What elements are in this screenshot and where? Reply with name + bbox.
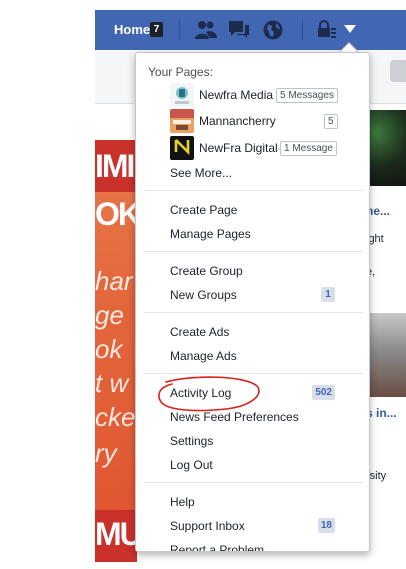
menu-divider: [144, 251, 363, 252]
facebook-screenshot: IMI OK har ge ok t w cke ry MU he... igh…: [0, 0, 406, 569]
create-page-item[interactable]: Create Page: [170, 203, 237, 217]
promo-text: ok: [95, 334, 123, 364]
page-name: Newfra Media: [199, 88, 274, 102]
background-avatar: [390, 60, 406, 82]
page-message-badge: 5 Messages: [276, 88, 338, 103]
see-more-link[interactable]: See More...: [170, 166, 232, 180]
create-group-item[interactable]: Create Group: [170, 264, 243, 278]
promo-text: ge: [95, 300, 124, 330]
log-out-item[interactable]: Log Out: [170, 458, 213, 472]
new-groups-count-badge: 1: [321, 287, 335, 302]
report-a-problem-item[interactable]: Report a Problem: [170, 543, 264, 551]
support-inbox-count-badge: 18: [317, 518, 335, 533]
background-right-column: he... ight e, s in... rsity: [364, 100, 406, 569]
promo-text: har: [95, 266, 133, 296]
friend-requests-icon[interactable]: [194, 19, 218, 41]
menu-divider: [144, 190, 363, 191]
your-pages-header: Your Pages:: [148, 65, 213, 79]
messages-icon[interactable]: [227, 19, 251, 41]
settings-item[interactable]: Settings: [170, 434, 213, 448]
account-dropdown-menu: Your Pages: Newfra Media 5 Messages Mann…: [135, 52, 370, 552]
manage-pages-item[interactable]: Manage Pages: [170, 227, 251, 241]
manage-ads-item[interactable]: Manage Ads: [170, 349, 237, 363]
menu-divider: [144, 482, 363, 483]
promo-text: t w: [95, 368, 129, 398]
page-name: NewFra Digital: [199, 141, 278, 155]
background-link[interactable]: s in...: [366, 406, 397, 420]
page-item-mannancherry[interactable]: Mannancherry 5: [136, 109, 369, 133]
background-thumbnail: [369, 313, 406, 397]
new-groups-item[interactable]: New Groups: [170, 288, 237, 302]
account-menu-chevron-icon[interactable]: [343, 23, 357, 45]
page-avatar: [170, 109, 194, 133]
news-feed-preferences-item[interactable]: News Feed Preferences: [170, 410, 299, 424]
background-thumbnail: [369, 110, 406, 186]
notifications-globe-icon[interactable]: [262, 19, 284, 41]
promo-text: ry: [95, 438, 117, 468]
promo-text: IMI: [95, 148, 135, 184]
promo-text: OK: [95, 196, 141, 232]
home-count-badge: 7: [150, 22, 163, 37]
help-item[interactable]: Help: [170, 495, 195, 509]
support-inbox-item[interactable]: Support Inbox: [170, 519, 245, 533]
privacy-lock-icon[interactable]: [317, 19, 337, 41]
page-name: Mannancherry: [199, 114, 276, 128]
page-avatar: [170, 83, 194, 107]
page-item-newfra-media[interactable]: Newfra Media 5 Messages: [136, 83, 369, 107]
promo-text: cke: [95, 402, 136, 432]
menu-divider: [144, 312, 363, 313]
page-avatar: [170, 136, 194, 160]
nav-divider: [302, 20, 303, 40]
top-navigation-bar: Home 7: [95, 10, 406, 50]
page-item-newfra-digital[interactable]: NewFra Digital 1 Message: [136, 136, 369, 160]
page-message-badge: 1 Message: [280, 141, 337, 156]
activity-log-count-badge: 502: [312, 385, 335, 400]
activity-log-item[interactable]: Activity Log: [170, 386, 231, 400]
menu-divider: [144, 373, 363, 374]
promo-text: MU: [95, 516, 143, 552]
background-promo-image: IMI OK har ge ok t w cke ry MU: [95, 140, 143, 562]
create-ads-item[interactable]: Create Ads: [170, 325, 229, 339]
home-link[interactable]: Home: [114, 22, 150, 37]
page-notification-badge: 5: [324, 114, 338, 129]
nav-divider: [179, 20, 180, 40]
